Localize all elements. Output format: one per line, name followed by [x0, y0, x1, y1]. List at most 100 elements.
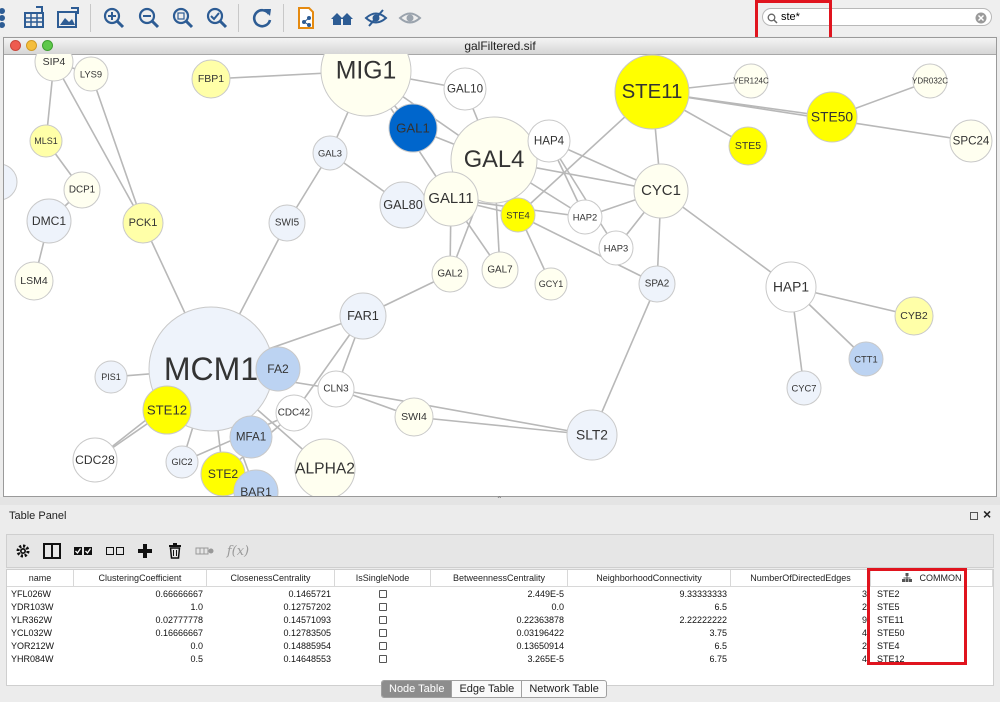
node-gal80[interactable]: GAL80: [379, 181, 427, 229]
node-data-table[interactable]: name ClusteringCoefficient ClosenessCent…: [6, 569, 994, 686]
node-slt2[interactable]: SLT2: [566, 409, 618, 461]
node-fbp1[interactable]: FBP1: [191, 59, 231, 99]
tab-node-table[interactable]: Node Table: [382, 681, 453, 697]
function-builder-button[interactable]: f(x): [223, 539, 253, 563]
share-icon[interactable]: [0, 5, 14, 31]
cell-clustering-coefficient[interactable]: 0.02777778: [74, 614, 207, 627]
select-all-icon[interactable]: [71, 539, 95, 563]
node-dcp1[interactable]: DCP1: [63, 171, 101, 209]
node-pck1[interactable]: PCK1: [122, 202, 164, 244]
clear-search-icon[interactable]: [975, 11, 987, 29]
cell-common[interactable]: STE4: [871, 640, 993, 653]
column-header-number-of-directed-edges[interactable]: NumberOfDirectedEdges: [731, 570, 871, 587]
node-hap4[interactable]: HAP4: [527, 119, 571, 163]
cell-clustering-coefficient[interactable]: 0.16666667: [74, 627, 207, 640]
network-canvas[interactable]: SIP4 LYS9 FBP1 MIG1 GAL10 GAL1 GAL4 HAP4 GAL3 GAL…: [4, 54, 997, 497]
cell-name[interactable]: YOR212W: [7, 640, 74, 653]
node-mig1[interactable]: MIG1: [320, 54, 412, 117]
deselect-all-icon[interactable]: [103, 539, 127, 563]
node-gal10[interactable]: GAL10: [443, 67, 487, 111]
cell-clustering-coefficient[interactable]: 1.0: [74, 601, 207, 614]
column-header-common[interactable]: COMMON: [871, 570, 993, 587]
zoom-in-icon[interactable]: [100, 5, 128, 31]
cell-name[interactable]: YHR084W: [7, 653, 74, 666]
gear-icon[interactable]: [11, 539, 35, 563]
node-cln3[interactable]: CLN3: [317, 370, 355, 408]
cell-common[interactable]: STE12: [871, 653, 993, 666]
node-spc24[interactable]: SPC24: [949, 119, 993, 163]
edge-lys9-pck1[interactable]: [90, 73, 144, 224]
float-panel-icon[interactable]: [970, 512, 978, 520]
show-columns-icon[interactable]: [40, 539, 64, 563]
cell-betweenness-centrality[interactable]: 0.22363878: [431, 614, 568, 627]
node-spa2[interactable]: SPA2: [638, 265, 676, 303]
column-header-betweenness-centrality[interactable]: BetweennessCentrality: [431, 570, 568, 587]
node-cyb2[interactable]: CYB2: [894, 296, 934, 336]
cell-is-single-node-checkbox[interactable]: [379, 616, 387, 624]
node-gal11[interactable]: GAL11: [423, 171, 479, 227]
zoom-out-icon[interactable]: [135, 5, 163, 31]
node-hap2[interactable]: HAP2: [567, 199, 603, 235]
node-ste12[interactable]: STE12: [142, 385, 192, 435]
cell-is-single-node-checkbox[interactable]: [379, 590, 387, 598]
cell-clustering-coefficient[interactable]: 0.5: [74, 653, 207, 666]
node-ste5[interactable]: STE5: [728, 126, 768, 166]
node-gcy1[interactable]: GCY1: [534, 267, 568, 301]
node-cdc28[interactable]: CDC28: [72, 437, 118, 483]
cell-closeness-centrality[interactable]: 0.1465721: [207, 588, 335, 601]
refresh-icon[interactable]: [248, 5, 276, 31]
node-swi5[interactable]: SWI5: [268, 204, 306, 242]
cell-closeness-centrality[interactable]: 0.12757202: [207, 601, 335, 614]
export-image-icon[interactable]: [54, 5, 82, 31]
node-ste50[interactable]: STE50: [806, 91, 858, 143]
cell-neighborhood-connectivity[interactable]: 6.5: [568, 601, 731, 614]
node-mls1[interactable]: MLS1: [29, 124, 63, 158]
import-table-icon[interactable]: [20, 5, 48, 31]
node-mfa1[interactable]: MFA1: [229, 415, 273, 459]
cell-is-single-node-checkbox[interactable]: [379, 629, 387, 637]
cell-is-single-node-checkbox[interactable]: [379, 603, 387, 611]
node-ydr032c[interactable]: YDR032C: [912, 63, 948, 99]
show-all-icon[interactable]: [396, 5, 424, 31]
node-ste4[interactable]: STE4: [500, 197, 536, 233]
new-network-from-selection-icon[interactable]: [292, 5, 320, 31]
cell-neighborhood-connectivity[interactable]: 9.33333333: [568, 588, 731, 601]
cell-neighborhood-connectivity[interactable]: 6.5: [568, 640, 731, 653]
node-gal1[interactable]: GAL1: [388, 103, 438, 153]
node-hap3[interactable]: HAP3: [598, 230, 634, 266]
cell-common[interactable]: STE11: [871, 614, 993, 627]
cell-name[interactable]: YLR362W: [7, 614, 74, 627]
cell-number-of-directed-edges[interactable]: 2: [731, 601, 871, 614]
search-input[interactable]: [781, 10, 971, 24]
node-sip4[interactable]: SIP4: [34, 54, 74, 82]
hide-icon[interactable]: [362, 5, 390, 31]
node-cdc42[interactable]: CDC42: [275, 394, 313, 432]
cell-is-single-node-checkbox[interactable]: [379, 655, 387, 663]
column-header-closeness-centrality[interactable]: ClosenessCentrality: [207, 570, 335, 587]
column-header-is-single-node[interactable]: IsSingleNode: [335, 570, 431, 587]
node-cyc1[interactable]: CYC1: [633, 163, 689, 219]
cell-betweenness-centrality[interactable]: 2.449E-5: [431, 588, 568, 601]
node-gic2[interactable]: GIC2: [165, 445, 199, 479]
cell-clustering-coefficient[interactable]: 0.0: [74, 640, 207, 653]
tab-network-table[interactable]: Network Table: [522, 681, 606, 697]
node-cyc7[interactable]: CYC7: [786, 370, 822, 406]
node-yer124c[interactable]: YER124C: [733, 63, 769, 99]
link-table-icon[interactable]: [193, 539, 217, 563]
node-lys9[interactable]: LYS9: [73, 56, 109, 92]
node-pis1[interactable]: PIS1: [94, 360, 128, 394]
node-alpha2[interactable]: ALPHA2: [294, 438, 356, 497]
cell-number-of-directed-edges[interactable]: 9: [731, 614, 871, 627]
column-header-neighborhood-connectivity[interactable]: NeighborhoodConnectivity: [568, 570, 731, 587]
cell-betweenness-centrality[interactable]: 0.03196422: [431, 627, 568, 640]
node-circle-b_partial[interactable]: [4, 164, 18, 200]
cell-betweenness-centrality[interactable]: 0.13650914: [431, 640, 568, 653]
tab-edge-table[interactable]: Edge Table: [452, 681, 523, 697]
zoom-fit-icon[interactable]: [169, 5, 197, 31]
cell-neighborhood-connectivity[interactable]: 6.75: [568, 653, 731, 666]
column-header-name[interactable]: name: [7, 570, 74, 587]
node-mfa2[interactable]: FA2: [255, 346, 301, 392]
node-b_partial[interactable]: B: [4, 164, 18, 200]
cell-name[interactable]: YFL026W: [7, 588, 74, 601]
node-swi4[interactable]: SWI4: [394, 397, 434, 437]
